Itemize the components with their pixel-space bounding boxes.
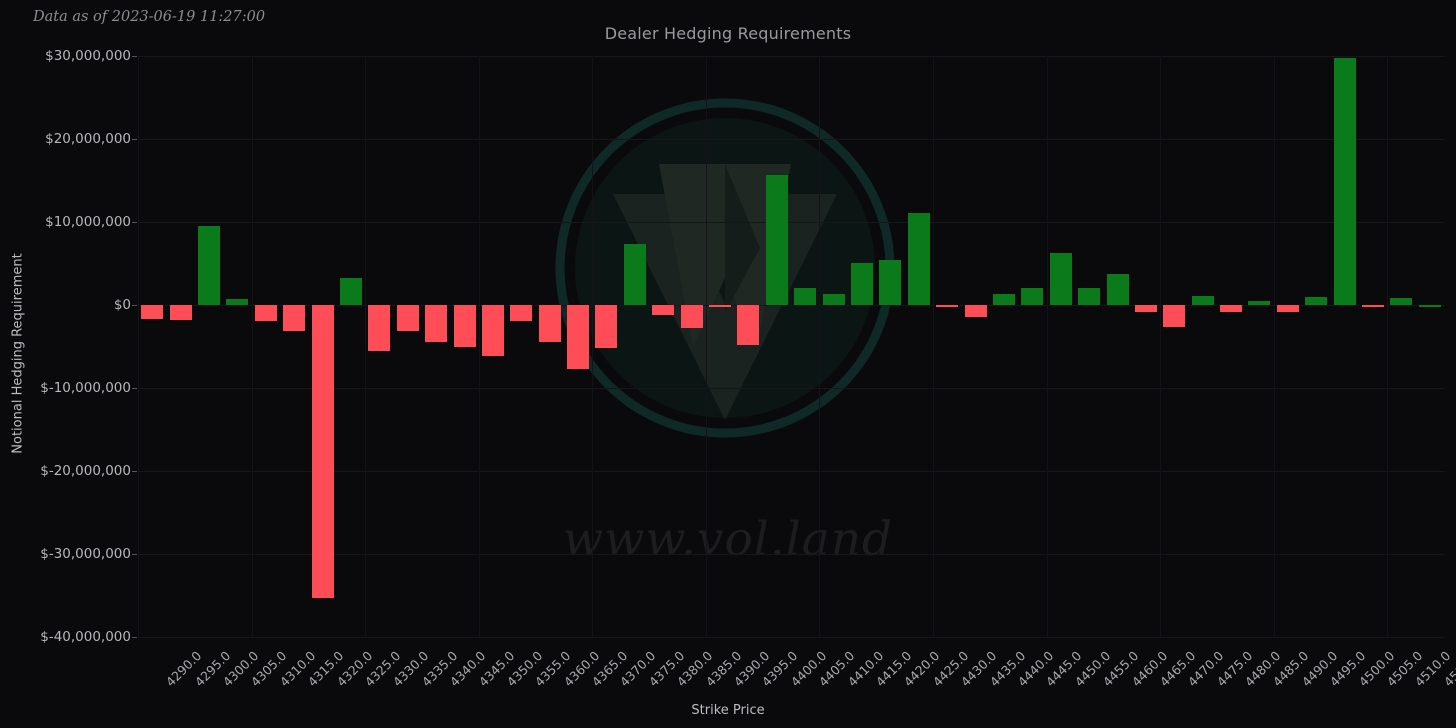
bar[interactable] xyxy=(1134,305,1157,313)
y-axis-tick-mark xyxy=(132,222,137,223)
bar[interactable] xyxy=(1106,274,1129,305)
data-as-of-label: Data as of 2023-06-19 11:27:00 xyxy=(33,9,266,25)
gridline-vertical xyxy=(1046,56,1048,637)
chart-title: Dealer Hedging Requirements xyxy=(604,24,852,43)
bar[interactable] xyxy=(879,260,902,305)
bar[interactable] xyxy=(538,305,561,342)
gridline-vertical xyxy=(365,56,367,637)
bar[interactable] xyxy=(169,305,192,320)
bar[interactable] xyxy=(567,305,590,369)
bar[interactable] xyxy=(850,262,873,305)
bar[interactable] xyxy=(1191,295,1214,305)
gridline-vertical xyxy=(1160,56,1162,637)
gridline-vertical xyxy=(251,56,253,637)
chart-root: www.vol.land Data as of 2023-06-19 11:27… xyxy=(0,0,1456,728)
gridline-horizontal xyxy=(138,637,1444,638)
y-axis-tick-mark xyxy=(132,56,137,57)
bar[interactable] xyxy=(623,243,646,305)
bar[interactable] xyxy=(1078,288,1101,305)
y-axis-tick-mark xyxy=(132,139,137,140)
bar[interactable] xyxy=(311,305,334,598)
bar[interactable] xyxy=(1305,296,1328,305)
y-axis-tick-mark xyxy=(132,388,137,389)
y-axis-tick-label: $20,000,000 xyxy=(45,131,131,147)
bar[interactable] xyxy=(396,305,419,331)
gridline-horizontal xyxy=(138,139,1444,140)
bar[interactable] xyxy=(765,174,788,305)
y-axis-tick-label: $10,000,000 xyxy=(45,214,131,230)
bar[interactable] xyxy=(992,294,1015,305)
gridline-vertical xyxy=(138,56,139,637)
bar[interactable] xyxy=(510,305,533,321)
y-axis-tick-label: $0 xyxy=(113,297,131,313)
bar[interactable] xyxy=(453,305,476,347)
y-axis-title: Notional Hedging Requirement xyxy=(10,253,26,454)
x-axis-title: Strike Price xyxy=(691,703,765,718)
bar[interactable] xyxy=(197,226,220,305)
bar[interactable] xyxy=(737,305,760,345)
gridline-horizontal xyxy=(138,471,1444,472)
y-axis-tick-label: $-20,000,000 xyxy=(40,463,131,479)
bar[interactable] xyxy=(964,305,987,317)
bar[interactable] xyxy=(425,305,448,342)
y-axis-tick-mark xyxy=(132,637,137,638)
plot-area xyxy=(138,56,1444,638)
bar[interactable] xyxy=(1049,252,1072,305)
gridline-vertical xyxy=(1273,56,1275,637)
bar[interactable] xyxy=(1248,300,1271,305)
gridline-horizontal xyxy=(138,388,1444,389)
bar[interactable] xyxy=(1362,305,1385,307)
bar[interactable] xyxy=(141,305,164,320)
bar[interactable] xyxy=(1418,305,1441,307)
gridline-horizontal xyxy=(138,554,1444,555)
bar[interactable] xyxy=(652,305,675,315)
bar[interactable] xyxy=(368,305,391,352)
gridline-horizontal xyxy=(138,222,1444,223)
bar[interactable] xyxy=(595,305,618,349)
bar[interactable] xyxy=(794,287,817,305)
gridline-vertical xyxy=(705,56,707,637)
bar[interactable] xyxy=(226,299,249,305)
bar[interactable] xyxy=(283,305,306,331)
bar[interactable] xyxy=(709,305,732,307)
bar[interactable] xyxy=(1276,305,1299,313)
y-axis-tick-label: $-30,000,000 xyxy=(40,546,131,562)
bar[interactable] xyxy=(339,277,362,305)
gridline-vertical xyxy=(819,56,821,637)
y-axis-tick-label: $-10,000,000 xyxy=(40,380,131,396)
bar[interactable] xyxy=(1021,288,1044,305)
y-axis-tick-label: $30,000,000 xyxy=(45,48,131,64)
gridline-horizontal xyxy=(138,56,1444,57)
bar[interactable] xyxy=(936,305,959,308)
bar[interactable] xyxy=(254,305,277,321)
bar[interactable] xyxy=(1390,298,1413,305)
gridline-vertical xyxy=(1387,56,1389,637)
bar[interactable] xyxy=(822,294,845,305)
y-axis-tick-label: $-40,000,000 xyxy=(40,629,131,645)
bar[interactable] xyxy=(1220,305,1243,312)
gridline-vertical xyxy=(932,56,934,637)
bar[interactable] xyxy=(680,305,703,329)
bar[interactable] xyxy=(1163,305,1186,328)
bar[interactable] xyxy=(1333,57,1356,305)
y-axis-tick-mark xyxy=(132,554,137,555)
y-axis-tick-mark xyxy=(132,305,137,306)
gridline-horizontal xyxy=(138,305,1444,306)
bar[interactable] xyxy=(907,212,930,305)
gridline-vertical xyxy=(478,56,480,637)
bar[interactable] xyxy=(481,305,504,356)
gridline-vertical xyxy=(592,56,594,637)
y-axis-tick-mark xyxy=(132,471,137,472)
